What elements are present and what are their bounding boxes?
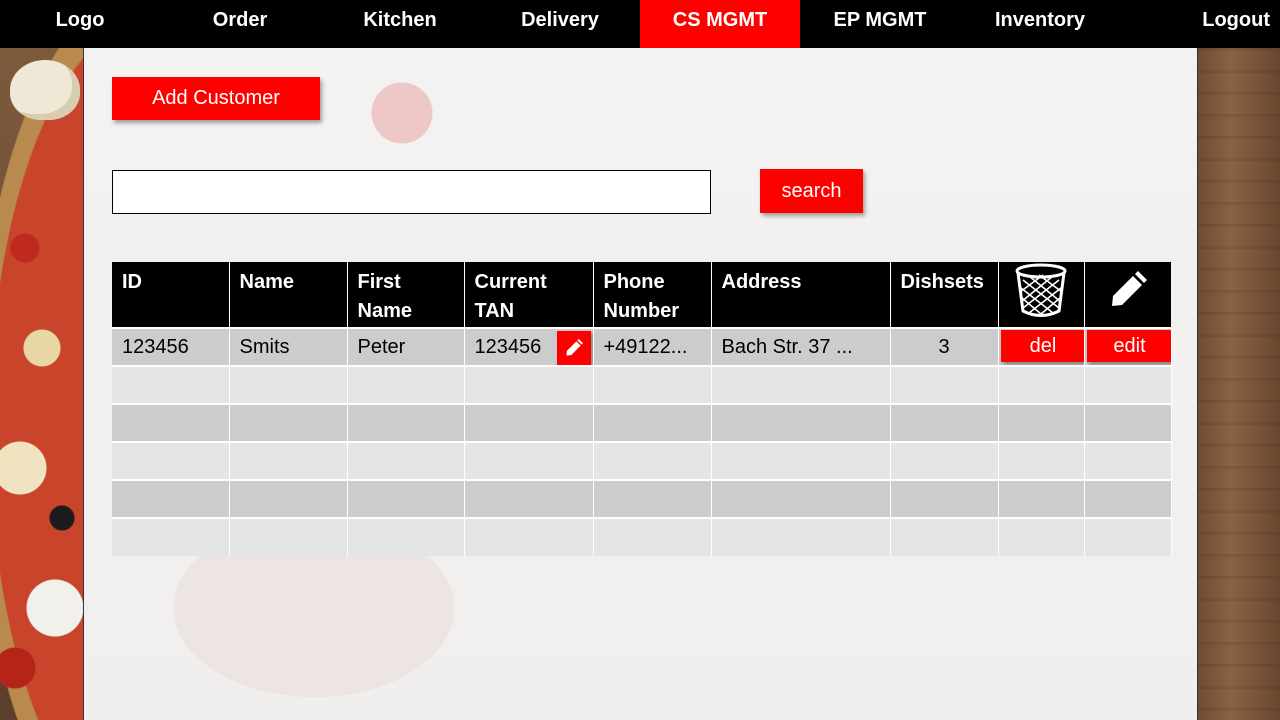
column-header-phone-number: Phone Number [593, 262, 712, 328]
nav-delivery[interactable]: Delivery [480, 0, 640, 48]
nav-kitchen[interactable]: Kitchen [320, 0, 480, 48]
cell-id: 123456 [112, 327, 230, 366]
column-header-delete [998, 262, 1085, 328]
empty-cell [1084, 403, 1172, 442]
nav-logout[interactable]: Logout [1120, 0, 1280, 48]
empty-cell [1084, 517, 1172, 556]
empty-cell [229, 403, 348, 442]
table-row-empty [112, 517, 1172, 556]
pencil-icon [1111, 271, 1147, 306]
empty-cell [890, 403, 999, 442]
garlic-decoration [10, 60, 80, 120]
pizza-background-image [0, 48, 84, 720]
customer-table: ID Name First Name Current TAN Phone Num… [112, 262, 1172, 556]
empty-cell [1084, 365, 1172, 404]
column-header-first-name: First Name [347, 262, 465, 328]
nav-inventory[interactable]: Inventory [960, 0, 1120, 48]
empty-cell [347, 479, 465, 518]
cell-edit: edit [1084, 327, 1172, 366]
cell-current-tan: 123456 [464, 327, 594, 366]
empty-cell [890, 517, 999, 556]
cell-phone-number: +49122... [593, 327, 712, 366]
trash-icon [1015, 263, 1067, 317]
empty-cell [593, 403, 712, 442]
empty-cell [890, 479, 999, 518]
empty-cell [998, 441, 1085, 480]
column-header-address: Address [711, 262, 891, 328]
empty-cell [464, 479, 594, 518]
cell-delete: del [998, 327, 1085, 366]
edit-button[interactable]: edit [1086, 330, 1170, 362]
empty-cell [711, 365, 891, 404]
empty-cell [464, 403, 594, 442]
cell-dishsets: 3 [890, 327, 999, 366]
edit-tan-button[interactable] [556, 331, 591, 365]
empty-cell [347, 403, 465, 442]
empty-cell [112, 517, 230, 556]
empty-cell [998, 403, 1085, 442]
nav-logo[interactable]: Logo [0, 0, 160, 48]
empty-cell [593, 365, 712, 404]
empty-cell [593, 517, 712, 556]
empty-cell [112, 403, 230, 442]
cell-first-name: Peter [347, 327, 465, 366]
table-row-empty [112, 479, 1172, 518]
empty-cell [112, 441, 230, 480]
empty-cell [464, 441, 594, 480]
empty-cell [890, 441, 999, 480]
empty-cell [347, 517, 465, 556]
empty-cell [711, 517, 891, 556]
empty-cell [112, 365, 230, 404]
cell-name: Smits [229, 327, 348, 366]
empty-cell [229, 441, 348, 480]
empty-cell [593, 441, 712, 480]
empty-cell [998, 365, 1085, 404]
nav-ep-mgmt[interactable]: EP MGMT [800, 0, 960, 48]
delete-button[interactable]: del [1000, 330, 1083, 362]
empty-cell [229, 479, 348, 518]
table-row-empty [112, 403, 1172, 442]
empty-cell [1084, 441, 1172, 480]
column-header-current-tan: Current TAN [464, 262, 594, 328]
search-button[interactable]: search [760, 169, 863, 213]
current-tan-value: 123456 [474, 335, 542, 358]
empty-cell [229, 517, 348, 556]
empty-cell [464, 365, 594, 404]
wood-background-image [1197, 48, 1280, 720]
empty-cell [711, 441, 891, 480]
empty-cell [998, 479, 1085, 518]
nav-order[interactable]: Order [160, 0, 320, 48]
empty-cell [593, 479, 712, 518]
cell-address: Bach Str. 37 ... [711, 327, 891, 366]
table-header-row: ID Name First Name Current TAN Phone Num… [112, 262, 1171, 328]
nav-cs-mgmt[interactable]: CS MGMT [640, 0, 800, 48]
column-header-id: ID [112, 262, 230, 328]
pencil-icon [565, 339, 583, 356]
customer-management-panel: Add Customer search ID Name First Name C… [84, 48, 1197, 720]
empty-cell [464, 517, 594, 556]
empty-cell [711, 479, 891, 518]
empty-cell [890, 365, 999, 404]
table-row-empty [112, 365, 1172, 404]
column-header-edit [1084, 262, 1171, 328]
column-header-name: Name [229, 262, 348, 328]
add-customer-button[interactable]: Add Customer [112, 77, 320, 120]
empty-cell [711, 403, 891, 442]
empty-cell [998, 517, 1085, 556]
table-row-empty [112, 441, 1172, 480]
empty-cell [1084, 479, 1172, 518]
empty-cell [347, 365, 465, 404]
empty-cell [229, 365, 348, 404]
table-row[interactable]: 123456 Smits Peter 123456 +49122... Bach… [112, 327, 1172, 366]
search-input[interactable] [112, 170, 711, 214]
top-nav: Logo Order Kitchen Delivery CS MGMT EP M… [0, 0, 1280, 48]
empty-cell [347, 441, 465, 480]
empty-cell [112, 479, 230, 518]
column-header-dishsets: Dishsets [890, 262, 999, 328]
